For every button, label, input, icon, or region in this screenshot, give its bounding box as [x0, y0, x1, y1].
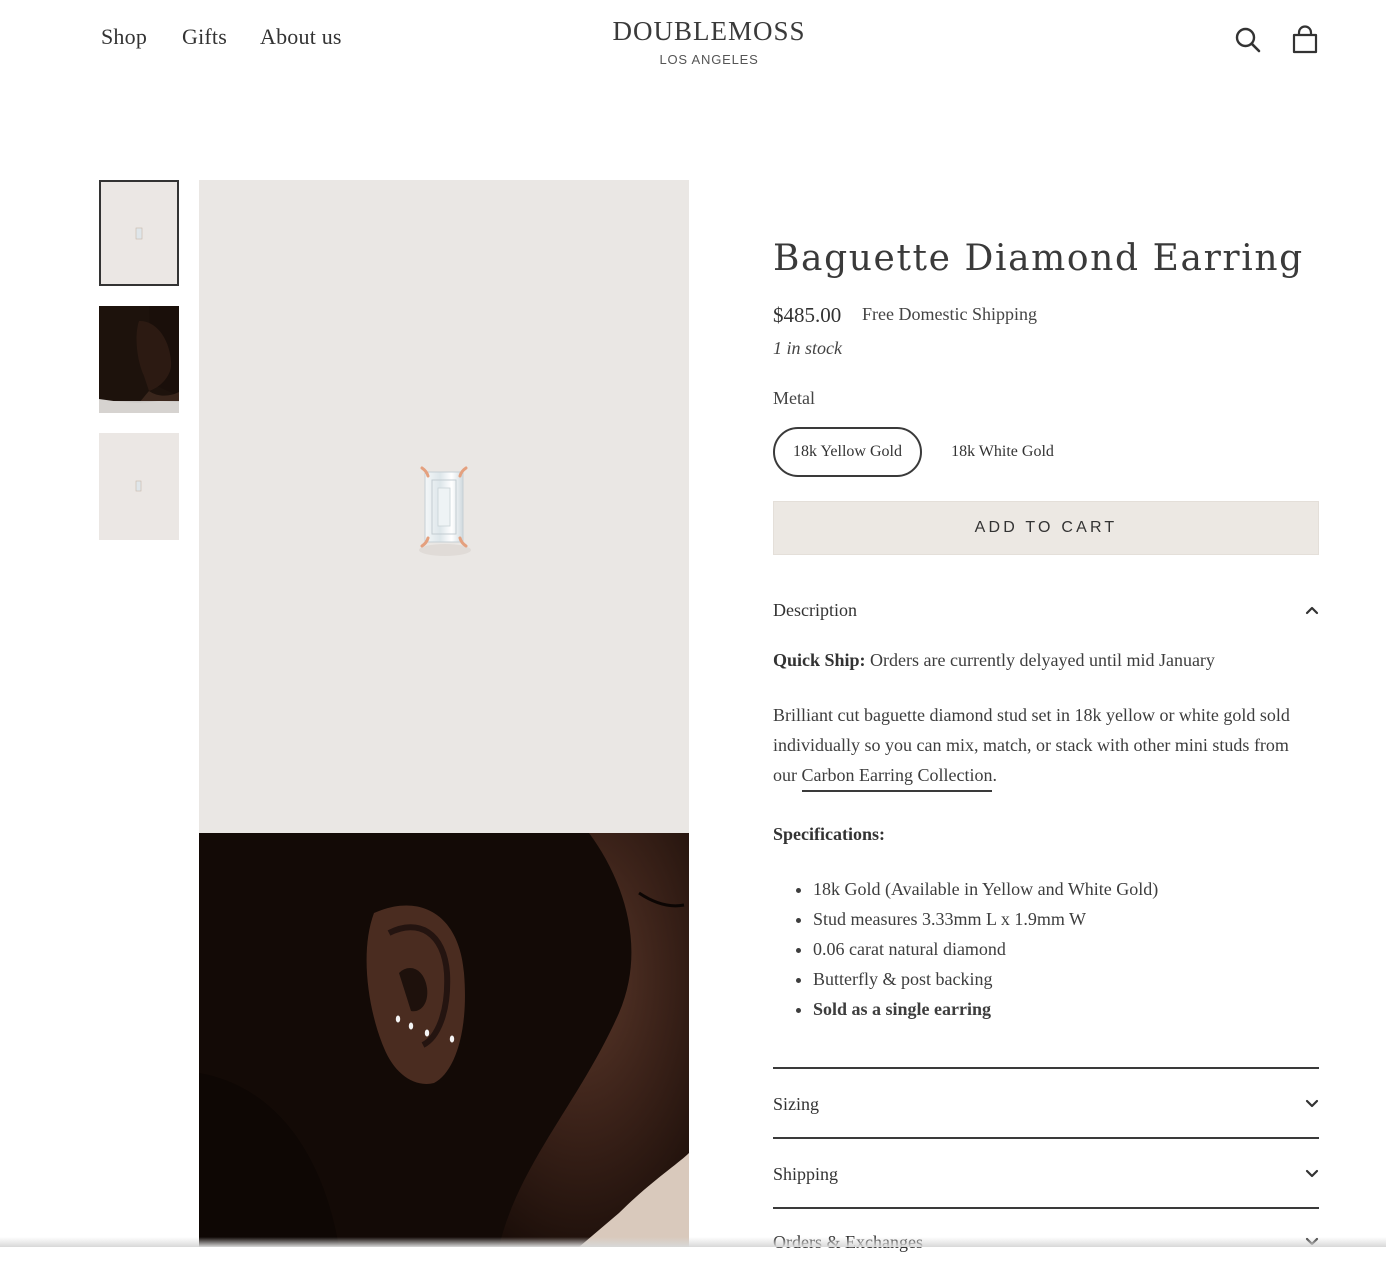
- add-to-cart-button[interactable]: ADD TO CART: [773, 501, 1319, 555]
- site-logo[interactable]: DOUBLEMOSS LOS ANGELES: [600, 16, 818, 67]
- thumbnail-2[interactable]: [99, 306, 179, 413]
- specifications-heading-label: Specifications:: [773, 824, 885, 844]
- nav-gifts[interactable]: Gifts: [182, 24, 227, 50]
- main-product-image: [199, 180, 689, 833]
- thumbnail-1[interactable]: [99, 180, 179, 286]
- spec-item: Sold as a single earring: [813, 994, 1158, 1024]
- chevron-down-icon: [1305, 1099, 1319, 1108]
- specifications-list: 18k Gold (Available in Yellow and White …: [773, 874, 1158, 1024]
- nav-shop[interactable]: Shop: [101, 24, 147, 50]
- accordion-shipping-label: Shipping: [773, 1163, 839, 1184]
- quick-ship-text: Orders are currently delyayed until mid …: [865, 650, 1215, 670]
- search-icon[interactable]: [1233, 25, 1263, 55]
- quick-ship-note: Quick Ship: Orders are currently delyaye…: [773, 645, 1215, 675]
- accordion-description-label: Description: [773, 599, 857, 620]
- accordion-shipping[interactable]: Shipping: [773, 1152, 1319, 1196]
- logo-subtitle: LOS ANGELES: [659, 52, 759, 67]
- description-line-1: Brilliant cut baguette diamond stud set …: [773, 705, 1290, 725]
- metal-option-label: 18k White Gold: [951, 443, 1054, 460]
- product-title: Baguette Diamond Earring: [773, 238, 1304, 279]
- quick-ship-label: Quick Ship:: [773, 650, 866, 670]
- description-line-3: our Carbon Earring Collection.: [773, 760, 1290, 792]
- thumbnail-3[interactable]: [99, 433, 179, 540]
- description-line-2: individually so you can mix, match, or s…: [773, 735, 1289, 755]
- spec-item: 0.06 carat natural diamond: [813, 934, 1158, 964]
- accordion-divider: [773, 1067, 1319, 1069]
- earring-thumb-image: [135, 480, 142, 492]
- stock-status: 1 in stock: [773, 338, 842, 358]
- accordion-sizing-label: Sizing: [773, 1093, 820, 1114]
- accordion-divider: [773, 1137, 1319, 1139]
- cart-icon[interactable]: [1290, 25, 1320, 55]
- metal-option-yellow-gold[interactable]: 18k Yellow Gold: [773, 427, 922, 477]
- spec-item: Stud measures 3.33mm L x 1.9mm W: [813, 904, 1158, 934]
- baguette-earring-image: [419, 466, 471, 556]
- metal-label: Metal: [773, 388, 815, 408]
- logo-name: DOUBLEMOSS: [612, 16, 806, 46]
- accordion-description[interactable]: Description: [773, 588, 1319, 632]
- description-line-3-prefix: our: [773, 765, 802, 785]
- earring-thumb-image: [135, 227, 143, 240]
- model-thumb-image: [99, 306, 179, 413]
- shipping-note: Free Domestic Shipping: [862, 304, 1037, 324]
- accordion-sizing[interactable]: Sizing: [773, 1082, 1319, 1126]
- model-ear-photo: [199, 833, 689, 1247]
- spec-item: 18k Gold (Available in Yellow and White …: [813, 874, 1158, 904]
- metal-option-white-gold[interactable]: 18k White Gold: [933, 427, 1072, 477]
- model-wearing-image: [199, 833, 689, 1247]
- metal-option-label: 18k Yellow Gold: [793, 443, 902, 460]
- scroll-shadow: [0, 1237, 1386, 1247]
- chevron-down-icon: [1305, 1169, 1319, 1178]
- specifications-heading: Specifications:: [773, 819, 885, 849]
- description-line-3-suffix: .: [992, 765, 997, 785]
- product-price: $485.00: [773, 303, 842, 327]
- carbon-collection-link[interactable]: Carbon Earring Collection: [801, 765, 993, 792]
- accordion-divider: [773, 1207, 1319, 1209]
- chevron-up-icon: [1305, 606, 1319, 615]
- description-body: Brilliant cut baguette diamond stud set …: [773, 700, 1290, 792]
- nav-about-us[interactable]: About us: [260, 24, 342, 50]
- spec-item: Butterfly & post backing: [813, 964, 1158, 994]
